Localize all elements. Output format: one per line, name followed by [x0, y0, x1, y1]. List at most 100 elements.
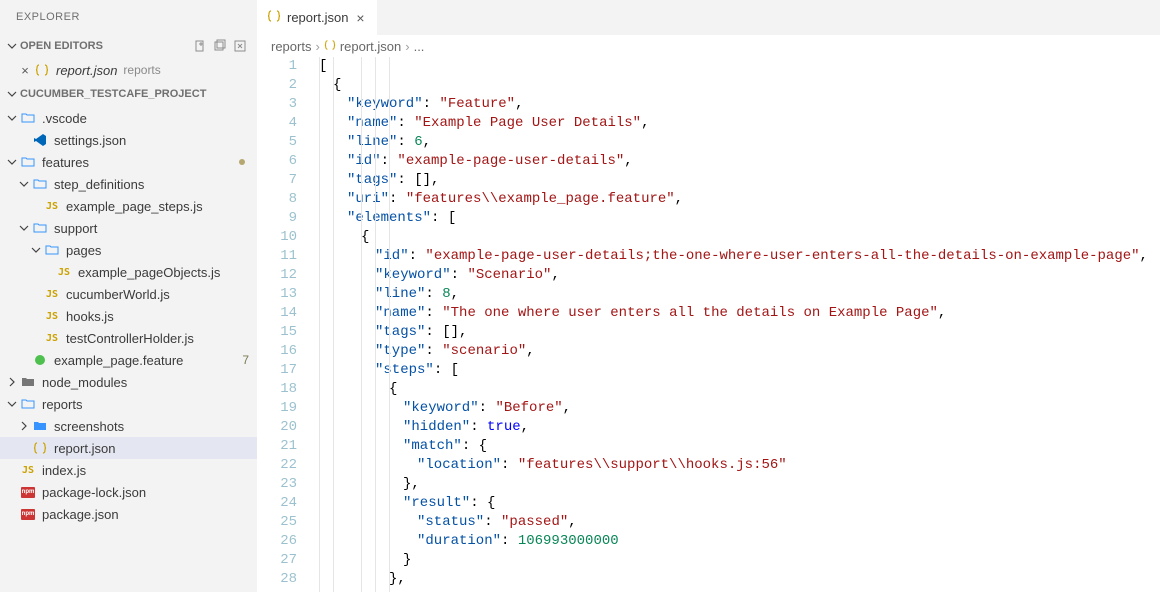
- line-number-gutter: 1234567891011121314151617181920212223242…: [257, 57, 315, 592]
- chevron-right-icon: [16, 421, 32, 431]
- open-editors-tree: × report.json reports: [0, 57, 257, 83]
- tree-item[interactable]: JS cucumberWorld.js: [0, 283, 257, 305]
- tree-item[interactable]: example_page.feature 7: [0, 349, 257, 371]
- close-all-icon[interactable]: [233, 39, 247, 53]
- tree-item[interactable]: node_modules: [0, 371, 257, 393]
- js-icon: JS: [56, 264, 72, 280]
- close-icon[interactable]: ×: [18, 63, 32, 78]
- chevron-down-icon: [4, 157, 20, 167]
- json-icon: [267, 9, 281, 26]
- tree-item[interactable]: JS index.js: [0, 459, 257, 481]
- json-icon: [34, 62, 50, 78]
- problem-badge: 7: [242, 353, 249, 367]
- tree-item[interactable]: step_definitions: [0, 173, 257, 195]
- json-icon: [324, 39, 336, 54]
- open-editors-header[interactable]: OPEN EDITORS: [0, 35, 257, 57]
- folder-icon: [32, 176, 48, 192]
- folder-icon: [20, 154, 36, 170]
- js-icon: JS: [44, 286, 60, 302]
- project-label: CUCUMBER_TESTCAFE_PROJECT: [20, 88, 206, 100]
- tree-item-label: package-lock.json: [42, 485, 146, 500]
- tree-item-label: example_pageObjects.js: [78, 265, 220, 280]
- cucumber-icon: [32, 352, 48, 368]
- tree-item[interactable]: report.json: [0, 437, 257, 459]
- tree-item[interactable]: pages: [0, 239, 257, 261]
- open-editor-label: report.json: [56, 63, 117, 78]
- tree-item[interactable]: JS hooks.js: [0, 305, 257, 327]
- npm-icon: npm: [20, 484, 36, 500]
- folder-icon: [20, 396, 36, 412]
- explorer-title: EXPLORER: [0, 0, 257, 35]
- close-icon[interactable]: ×: [354, 10, 366, 26]
- tree-item-label: example_page_steps.js: [66, 199, 203, 214]
- tree-item[interactable]: settings.json: [0, 129, 257, 151]
- tree-item-label: support: [54, 221, 97, 236]
- tree-item-label: index.js: [42, 463, 86, 478]
- folder-icon: [32, 418, 48, 434]
- js-icon: JS: [44, 330, 60, 346]
- tree-item-label: hooks.js: [66, 309, 114, 324]
- new-file-icon[interactable]: [193, 39, 207, 53]
- code-content[interactable]: [{"keyword": "Feature","name": "Example …: [315, 57, 1160, 592]
- chevron-down-icon: [4, 41, 20, 51]
- tab-label: report.json: [287, 10, 348, 25]
- project-header[interactable]: CUCUMBER_TESTCAFE_PROJECT: [0, 83, 257, 105]
- chevron-down-icon: [16, 179, 32, 189]
- tree-item[interactable]: JS example_page_steps.js: [0, 195, 257, 217]
- tree-item-label: report.json: [54, 441, 115, 456]
- tree-item[interactable]: support: [0, 217, 257, 239]
- tab-report-json[interactable]: report.json ×: [257, 0, 378, 35]
- tree-item[interactable]: screenshots: [0, 415, 257, 437]
- json-icon: [32, 440, 48, 456]
- code-editor[interactable]: 1234567891011121314151617181920212223242…: [257, 57, 1160, 592]
- tree-item-label: reports: [42, 397, 82, 412]
- breadcrumb[interactable]: reports › report.json › ...: [257, 35, 1160, 57]
- chevron-right-icon: ›: [315, 39, 319, 54]
- tree-item[interactable]: JS testControllerHolder.js: [0, 327, 257, 349]
- tree-item[interactable]: .vscode: [0, 107, 257, 129]
- tree-item-label: step_definitions: [54, 177, 144, 192]
- chevron-right-icon: ›: [405, 39, 409, 54]
- folder-icon: [44, 242, 60, 258]
- tree-item-label: package.json: [42, 507, 119, 522]
- save-all-icon[interactable]: [213, 39, 227, 53]
- tree-item-label: example_page.feature: [54, 353, 183, 368]
- tree-item[interactable]: JS example_pageObjects.js: [0, 261, 257, 283]
- open-editor-sub: reports: [123, 63, 160, 77]
- tree-item-label: features: [42, 155, 89, 170]
- chevron-right-icon: [4, 377, 20, 387]
- tree-item-label: pages: [66, 243, 101, 258]
- chevron-down-icon: [16, 223, 32, 233]
- breadcrumb-seg[interactable]: reports: [271, 39, 311, 54]
- open-editors-label: OPEN EDITORS: [20, 40, 103, 52]
- tree-item-label: .vscode: [42, 111, 87, 126]
- breadcrumb-seg[interactable]: report.json: [340, 39, 401, 54]
- tree-item[interactable]: npm package.json: [0, 503, 257, 525]
- tree-item[interactable]: npm package-lock.json: [0, 481, 257, 503]
- tree-item[interactable]: features: [0, 151, 257, 173]
- tab-bar: report.json ×: [257, 0, 1160, 35]
- open-editor-item[interactable]: × report.json reports: [0, 59, 257, 81]
- tree-item-label: settings.json: [54, 133, 126, 148]
- tree-item-label: node_modules: [42, 375, 127, 390]
- folder-icon: [20, 110, 36, 126]
- tree-item-label: cucumberWorld.js: [66, 287, 170, 302]
- chevron-down-icon: [4, 113, 20, 123]
- js-icon: JS: [20, 462, 36, 478]
- tree-item[interactable]: reports: [0, 393, 257, 415]
- folder-icon: [20, 374, 36, 390]
- explorer-sidebar: EXPLORER OPEN EDITORS × report.json repo…: [0, 0, 257, 592]
- vscode-icon: [32, 132, 48, 148]
- editor-area: report.json × reports › report.json › ..…: [257, 0, 1160, 592]
- js-icon: JS: [44, 308, 60, 324]
- chevron-down-icon: [28, 245, 44, 255]
- npm-icon: npm: [20, 506, 36, 522]
- chevron-down-icon: [4, 399, 20, 409]
- tree-item-label: testControllerHolder.js: [66, 331, 194, 346]
- tree-item-label: screenshots: [54, 419, 124, 434]
- folder-icon: [32, 220, 48, 236]
- project-tree: .vscode settings.json features step_definit…: [0, 105, 257, 527]
- js-icon: JS: [44, 198, 60, 214]
- breadcrumb-seg[interactable]: ...: [414, 39, 425, 54]
- chevron-down-icon: [4, 89, 20, 99]
